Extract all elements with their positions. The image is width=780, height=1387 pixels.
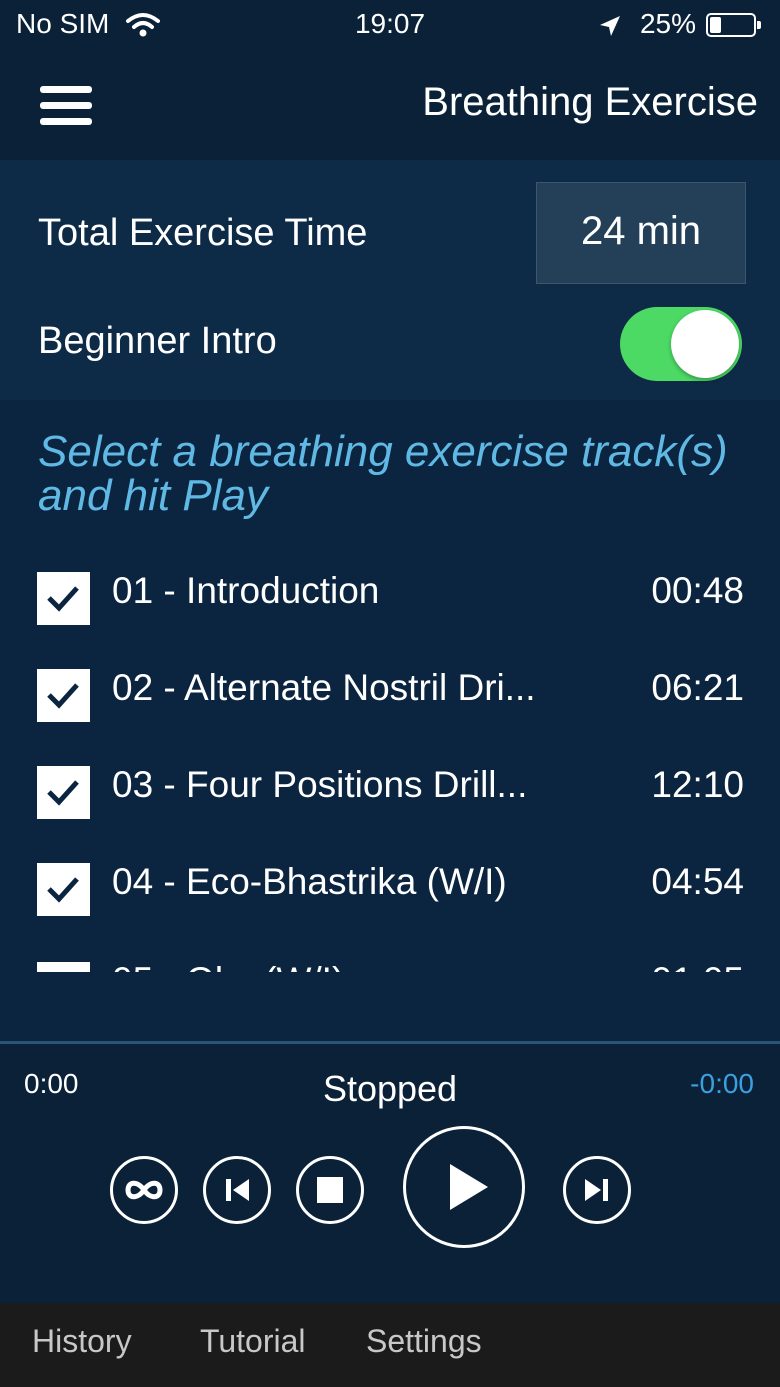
beginner-intro-label: Beginner Intro: [38, 320, 277, 362]
play-icon: [450, 1164, 488, 1210]
play-button[interactable]: [403, 1126, 525, 1248]
track-checkbox[interactable]: [37, 962, 90, 972]
track-row[interactable]: 01 - Introduction 00:48: [0, 548, 780, 645]
track-checkbox[interactable]: [37, 863, 90, 916]
track-checkbox[interactable]: [37, 669, 90, 722]
playback-status: Stopped: [322, 1068, 458, 1109]
battery-percentage: 25%: [639, 8, 696, 39]
location-arrow-icon: [600, 16, 620, 36]
beginner-intro-toggle[interactable]: [620, 307, 742, 381]
track-checkbox[interactable]: [37, 572, 90, 625]
track-list[interactable]: 01 - Introduction 00:48 02 - Alternate N…: [0, 548, 780, 972]
track-duration: 12:10: [651, 764, 744, 805]
total-exercise-time-button[interactable]: 24 min: [536, 182, 746, 284]
status-bar: No SIM 19:07 25%: [0, 0, 780, 54]
track-checkbox[interactable]: [37, 766, 90, 819]
checkmark-icon: [47, 586, 79, 612]
checkmark-icon: [47, 780, 79, 806]
remaining-time: -0:00: [690, 1068, 754, 1099]
tab-settings[interactable]: Settings: [366, 1323, 482, 1360]
track-row[interactable]: 03 - Four Positions Drill... 12:10: [0, 742, 780, 839]
hamburger-menu-icon[interactable]: [40, 86, 92, 126]
next-track-icon: [585, 1179, 608, 1201]
page-title: Breathing Exercise: [422, 80, 758, 124]
track-title: 04 - Eco-Bhastrika (W/I): [112, 861, 507, 902]
exercise-settings-panel: Total Exercise Time 24 min Beginner Intr…: [0, 160, 780, 400]
track-title: 03 - Four Positions Drill...: [112, 764, 528, 805]
loop-icon: [125, 1180, 163, 1200]
track-row[interactable]: 04 - Eco-Bhastrika (W/I) 04:54: [0, 839, 780, 936]
track-title: 05 - Ol... (W/I): [112, 960, 612, 972]
tab-history[interactable]: History: [32, 1323, 132, 1360]
stop-icon: [317, 1177, 343, 1203]
track-duration: 00:48: [651, 570, 744, 611]
track-title: 02 - Alternate Nostril Dri...: [112, 667, 536, 708]
tab-tutorial[interactable]: Tutorial: [200, 1323, 306, 1360]
checkmark-icon: [47, 877, 79, 903]
track-duration: 04:54: [651, 861, 744, 902]
track-row[interactable]: 05 - Ol... (W/I) 01:05: [0, 938, 780, 972]
stop-button[interactable]: [296, 1156, 364, 1224]
loop-button[interactable]: [110, 1156, 178, 1224]
audio-player: 0:00 Stopped -0:00: [0, 1041, 780, 1306]
toggle-knob: [671, 310, 739, 378]
next-track-button[interactable]: [563, 1156, 631, 1224]
instruction-text: Select a breathing exercise track(s) and…: [38, 427, 728, 520]
tab-bar: History Tutorial Settings: [0, 1303, 780, 1387]
navigation-bar: Breathing Exercise: [0, 54, 780, 160]
track-duration: 01:05: [651, 960, 744, 972]
battery-icon: [706, 13, 761, 37]
track-row[interactable]: 02 - Alternate Nostril Dri... 06:21: [0, 645, 780, 742]
checkmark-icon: [47, 683, 79, 709]
track-title: 01 - Introduction: [112, 570, 380, 611]
track-duration: 06:21: [651, 667, 744, 708]
previous-track-icon: [226, 1179, 249, 1201]
total-exercise-time-label: Total Exercise Time: [38, 212, 368, 254]
previous-track-button[interactable]: [203, 1156, 271, 1224]
